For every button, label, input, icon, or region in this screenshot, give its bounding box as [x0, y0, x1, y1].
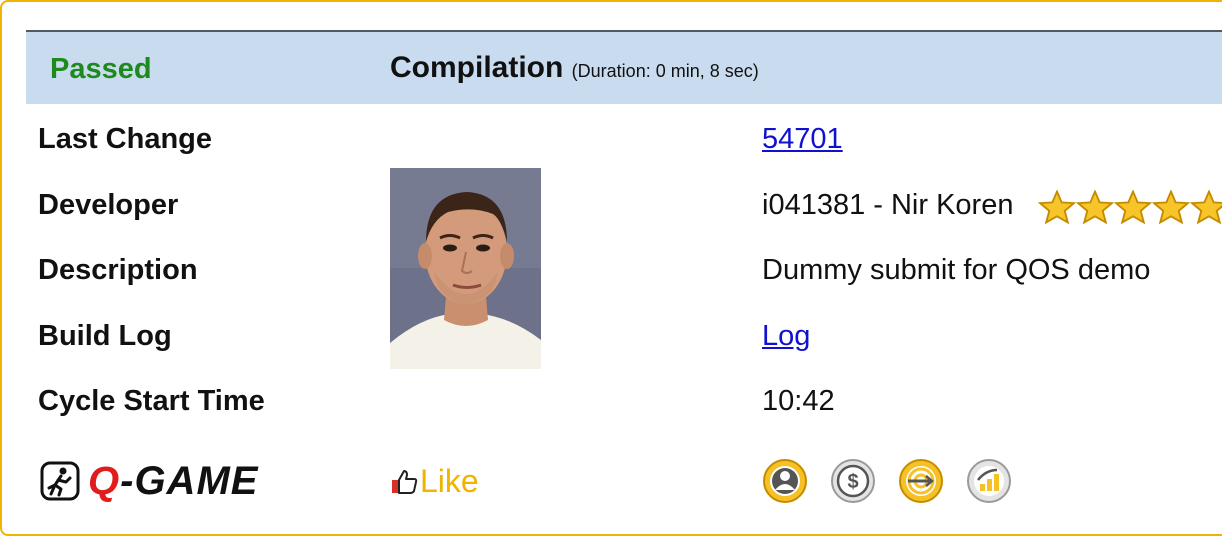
star-icon: [1190, 190, 1222, 224]
stage-name: Compilation: [390, 51, 564, 84]
developer-label: Developer: [38, 189, 179, 221]
star-icon: [1114, 190, 1152, 224]
qgame-logo: Q-GAME: [40, 458, 258, 504]
star-icon: [1152, 190, 1190, 224]
cycle-start-time-label: Cycle Start Time: [38, 385, 265, 417]
qgame-wordmark: Q-GAME: [88, 458, 258, 504]
status-text: Passed: [50, 53, 152, 85]
build-log-label: Build Log: [38, 320, 172, 352]
like-label: Like: [420, 463, 479, 499]
svg-text:$: $: [847, 471, 858, 493]
last-change-label: Last Change: [38, 123, 213, 155]
developer-photo: [390, 168, 541, 369]
star-icon: [1038, 190, 1076, 224]
developer-value: i041381 - Nir Koren: [762, 189, 1014, 221]
runner-icon: [40, 461, 80, 501]
build-log-value: Log: [762, 319, 810, 353]
growth-badge-icon[interactable]: [966, 458, 1012, 504]
person-badge-icon[interactable]: [762, 458, 808, 504]
dollar-badge-icon[interactable]: $: [830, 458, 876, 504]
qgame-wordmark-rest: -GAME: [120, 459, 259, 503]
target-badge-icon[interactable]: [898, 458, 944, 504]
developer-rating: [1038, 190, 1222, 224]
qgame-wordmark-q: Q: [88, 459, 121, 503]
star-icon: [1076, 190, 1114, 224]
developer-photo-image: [390, 168, 541, 369]
build-log-link[interactable]: Log: [762, 320, 810, 352]
achievement-badges: $: [762, 458, 1012, 504]
like-button[interactable]: Like: [390, 462, 479, 500]
description-value: Dummy submit for QOS demo: [762, 254, 1151, 286]
change-number-link[interactable]: 54701: [762, 123, 843, 155]
last-change-value: 54701: [762, 122, 843, 156]
stage-title: Compilation (Duration: 0 min, 8 sec): [390, 50, 759, 89]
cycle-start-time-value: 10:42: [762, 385, 835, 417]
duration-text: (Duration: 0 min, 8 sec): [571, 61, 759, 81]
description-label: Description: [38, 254, 198, 286]
thumbs-up-icon: [392, 470, 418, 494]
